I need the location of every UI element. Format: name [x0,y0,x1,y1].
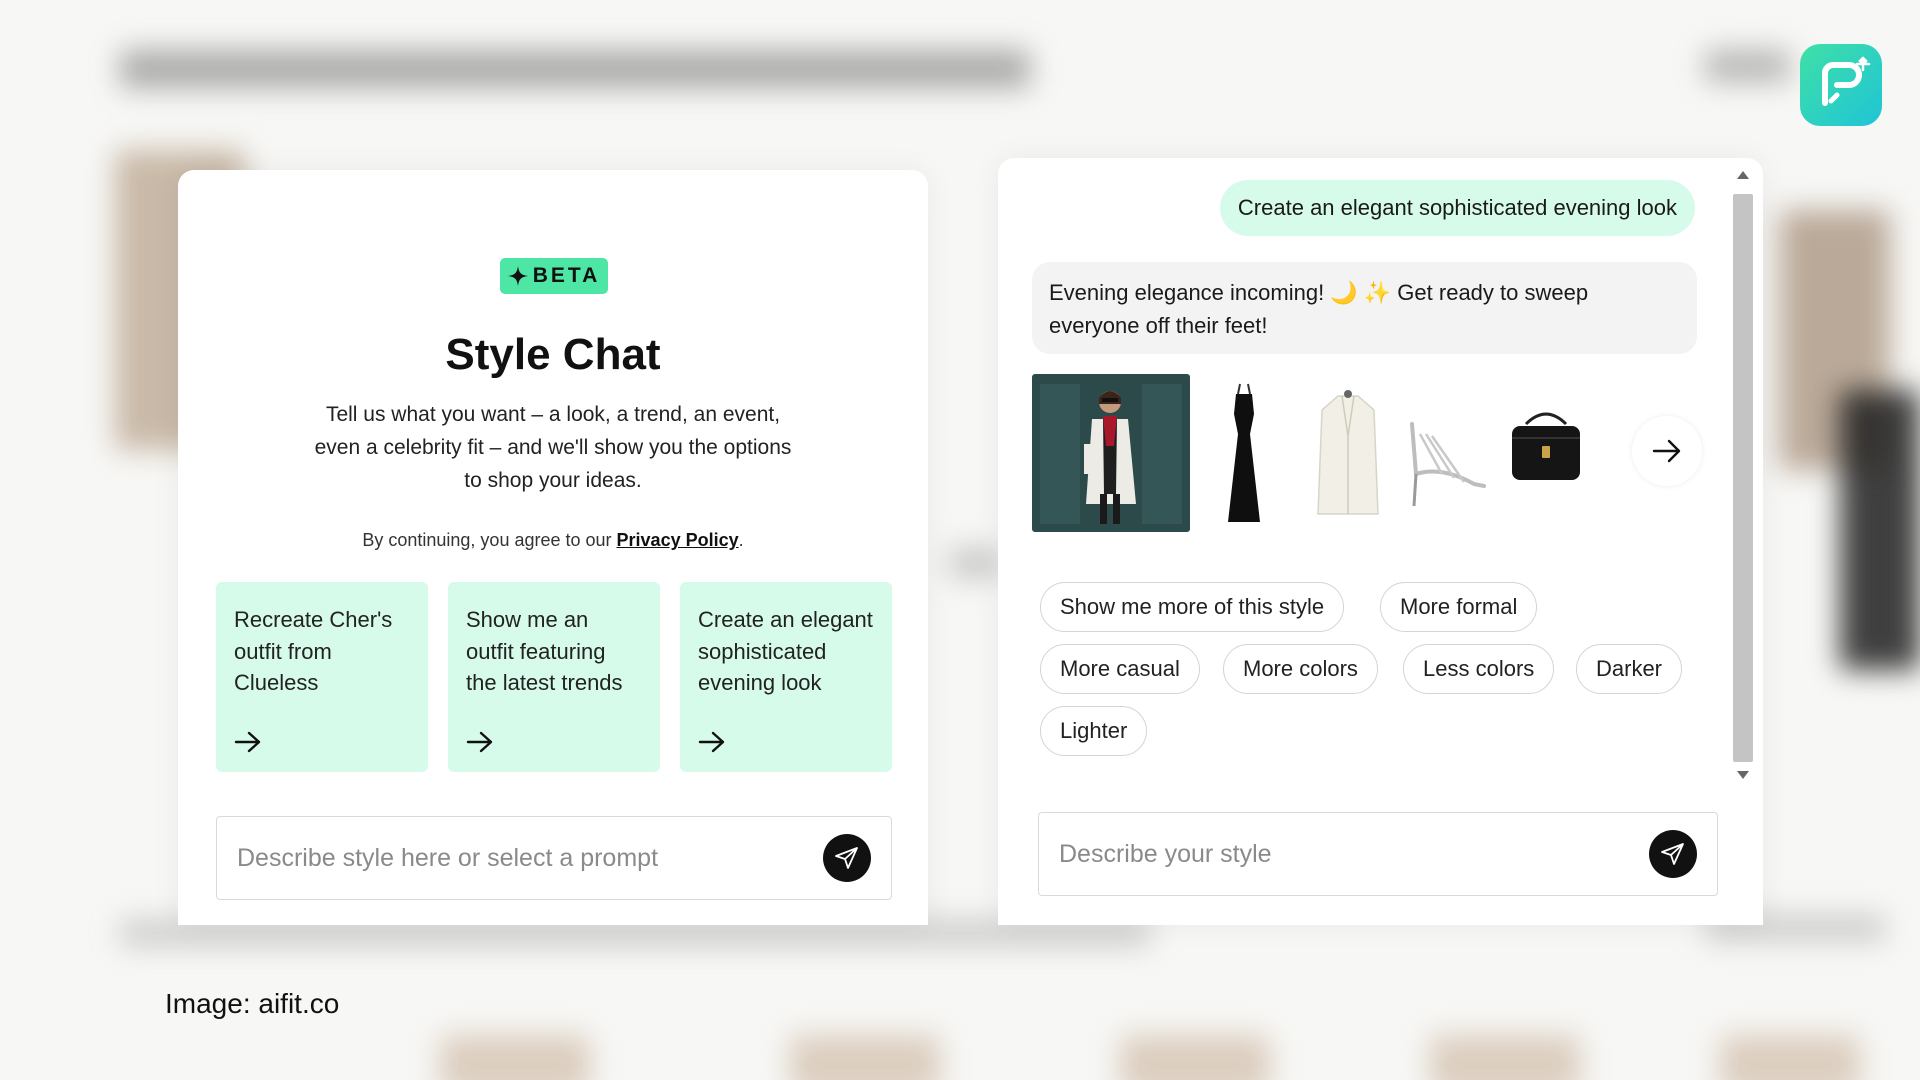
chip-lighter[interactable]: Lighter [1040,706,1148,756]
image-caption: Image: aifit.co [165,988,340,1019]
send-button[interactable] [1649,830,1697,878]
consent-suffix: . [738,530,744,550]
consent-prefix: By continuing, you agree to our [362,530,617,550]
chip-show-more-style[interactable]: Show me more of this style [1040,582,1345,632]
send-button[interactable] [823,834,871,882]
product-black-shoulder-bag[interactable] [1496,374,1596,532]
style-description-input-box [1038,812,1718,896]
paper-plane-icon [835,847,858,869]
user-message-bubble: Create an elegant sophisticated evening … [1219,180,1695,236]
style-description-input[interactable] [1059,839,1649,869]
consent-text: By continuing, you agree to our Privacy … [178,530,928,551]
arrow-right-icon [698,731,725,753]
app-logo-icon [1800,44,1882,126]
chip-more-colors[interactable]: More colors [1223,644,1378,694]
paper-plane-icon [1661,843,1684,865]
beta-badge: BETA [500,258,608,294]
arrow-right-icon [234,731,261,753]
chip-less-colors[interactable]: Less colors [1403,644,1555,694]
sparkle-icon [507,266,528,286]
prompt-text: Show me an outfit featuring the latest t… [466,607,623,695]
scroll-down-icon[interactable] [1731,766,1755,784]
prompt-text: Create an elegant sophisticated evening … [698,607,873,695]
product-carousel [1032,374,1702,534]
chip-darker[interactable]: Darker [1576,644,1683,694]
chip-more-formal[interactable]: More formal [1380,582,1538,632]
assistant-message-bubble: Evening elegance incoming! 🌙 ✨ Get ready… [1032,262,1697,354]
chat-conversation-panel: Create an elegant sophisticated evening … [998,158,1763,925]
scroll-up-icon[interactable] [1731,166,1755,184]
intro-text: Tell us what you want – a look, a trend,… [314,403,792,492]
carousel-next-button[interactable] [1632,416,1702,486]
arrow-right-icon [1652,439,1681,463]
product-silver-strappy-heels[interactable] [1402,374,1492,532]
style-prompt-input-box [216,816,892,900]
chat-scrollbar[interactable] [1731,166,1755,786]
prompt-card-cher-outfit[interactable]: Recreate Cher's outfit from Clueless [216,582,428,772]
privacy-policy-link[interactable]: Privacy Policy [617,530,739,550]
style-prompt-input[interactable] [237,843,823,873]
product-white-blazer[interactable] [1298,374,1398,532]
product-black-maxi-dress[interactable] [1194,374,1294,532]
page-title: Style Chat [445,330,661,379]
prompt-card-latest-trends[interactable]: Show me an outfit featuring the latest t… [448,582,660,772]
prompt-card-evening-look[interactable]: Create an elegant sophisticated evening … [680,582,892,772]
prompt-text: Recreate Cher's outfit from Clueless [234,607,393,695]
chip-more-casual[interactable]: More casual [1040,644,1200,694]
scrollbar-thumb[interactable] [1733,194,1753,762]
style-chat-intro-panel: BETA Style Chat Tell us what you want – … [178,170,928,925]
arrow-right-icon [466,731,493,753]
beta-label: BETA [532,264,601,287]
product-woman-in-white-blazer-outfit[interactable] [1032,374,1190,532]
